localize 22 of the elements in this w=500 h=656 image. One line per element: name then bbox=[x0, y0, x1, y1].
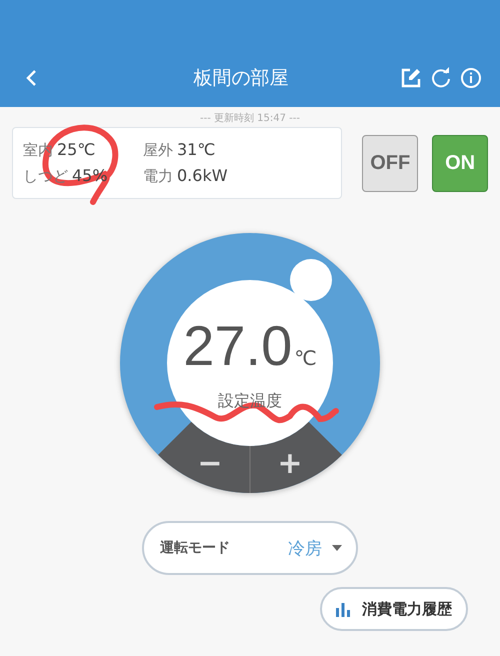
reading-label: 室内 bbox=[23, 141, 53, 160]
caret-icon bbox=[332, 545, 342, 551]
bar-chart-icon bbox=[336, 601, 350, 617]
plus-button[interactable]: + bbox=[250, 422, 342, 493]
minus-button[interactable]: − bbox=[158, 422, 250, 493]
reading-value: 0.6kW bbox=[177, 166, 228, 185]
reading-label: 電力 bbox=[143, 167, 173, 186]
refresh-icon[interactable] bbox=[430, 67, 452, 89]
history-button[interactable]: 消費電力履歴 bbox=[320, 587, 468, 631]
power-button[interactable]: ON bbox=[432, 134, 488, 192]
reading-label: 屋外 bbox=[143, 141, 173, 160]
update-time: --- 更新時刻 15:47 --- bbox=[198, 112, 301, 125]
info-icon[interactable] bbox=[460, 67, 482, 89]
reading-value: 31℃ bbox=[177, 140, 216, 159]
screen-title: 板間の部屋 bbox=[192, 66, 290, 91]
dial-knob[interactable] bbox=[290, 259, 332, 301]
power-button[interactable]: OFF bbox=[362, 134, 418, 192]
edit-icon[interactable] bbox=[400, 67, 422, 89]
set-temperature: 27.0 bbox=[183, 313, 292, 378]
reading-value: 25℃ bbox=[57, 140, 96, 159]
mode-dropdown[interactable]: 運転モード 冷房 bbox=[142, 521, 358, 575]
temperature-unit: ℃ bbox=[294, 346, 317, 370]
